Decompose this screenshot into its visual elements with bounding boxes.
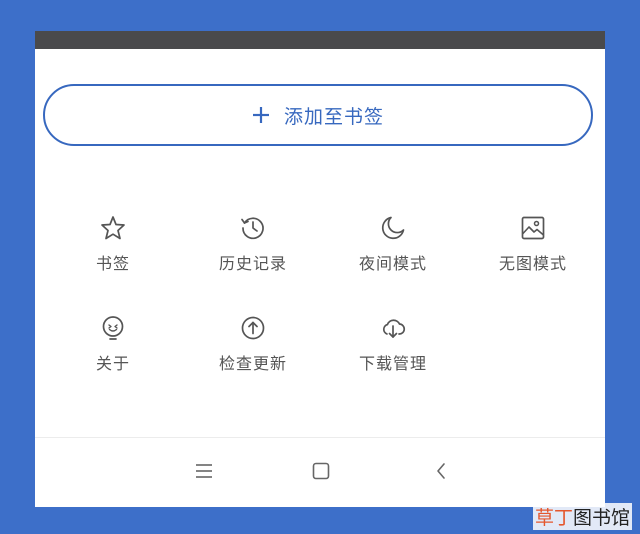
square-icon (312, 462, 330, 480)
back-button[interactable] (428, 458, 454, 484)
menu-item-no-image-mode[interactable]: 无图模式 (463, 214, 603, 284)
menu-item-about[interactable]: 关于 (43, 314, 183, 384)
menu-item-history[interactable]: 历史记录 (183, 214, 323, 284)
status-bar (35, 31, 605, 49)
watermark-part2: 图书馆 (572, 507, 630, 529)
menu-item-label: 下载管理 (358, 354, 427, 373)
plus-icon (252, 107, 269, 123)
menu-item-check-update[interactable]: 检查更新 (183, 314, 323, 384)
menu-item-label: 无图模式 (498, 254, 567, 273)
image-icon (521, 216, 545, 240)
back-icon (437, 463, 445, 479)
menu-icon (196, 464, 212, 478)
upload-icon (241, 316, 265, 340)
nav-divider (35, 437, 605, 438)
menu-item-label: 夜间模式 (358, 254, 427, 273)
add-to-bookmarks-label: 添加至书签 (283, 105, 384, 128)
watermark: 草丁图书馆 (532, 503, 632, 530)
cloud-download-icon (382, 319, 406, 338)
add-to-bookmarks-button[interactable]: 添加至书签 (43, 84, 593, 146)
menu-item-label: 关于 (95, 354, 130, 373)
home-button[interactable] (308, 458, 334, 484)
menu-item-night-mode[interactable]: 夜间模式 (323, 214, 463, 284)
menu-item-download-manager[interactable]: 下载管理 (323, 314, 463, 384)
menu-item-label: 历史记录 (218, 254, 287, 273)
moon-icon (381, 216, 405, 240)
watermark-part1: 草丁 (534, 507, 573, 529)
history-clock-icon (241, 217, 264, 240)
recent-apps-button[interactable] (191, 458, 217, 484)
phone-screen: 添加至书签 书签 历史记录 夜间模式 无图模式 关于 检查更新 下载管理 (35, 31, 605, 507)
smiley-icon (102, 316, 124, 340)
star-icon (101, 216, 125, 240)
menu-item-bookmarks[interactable]: 书签 (43, 214, 183, 284)
menu-item-label: 书签 (95, 254, 130, 273)
menu-item-label: 检查更新 (218, 354, 287, 373)
